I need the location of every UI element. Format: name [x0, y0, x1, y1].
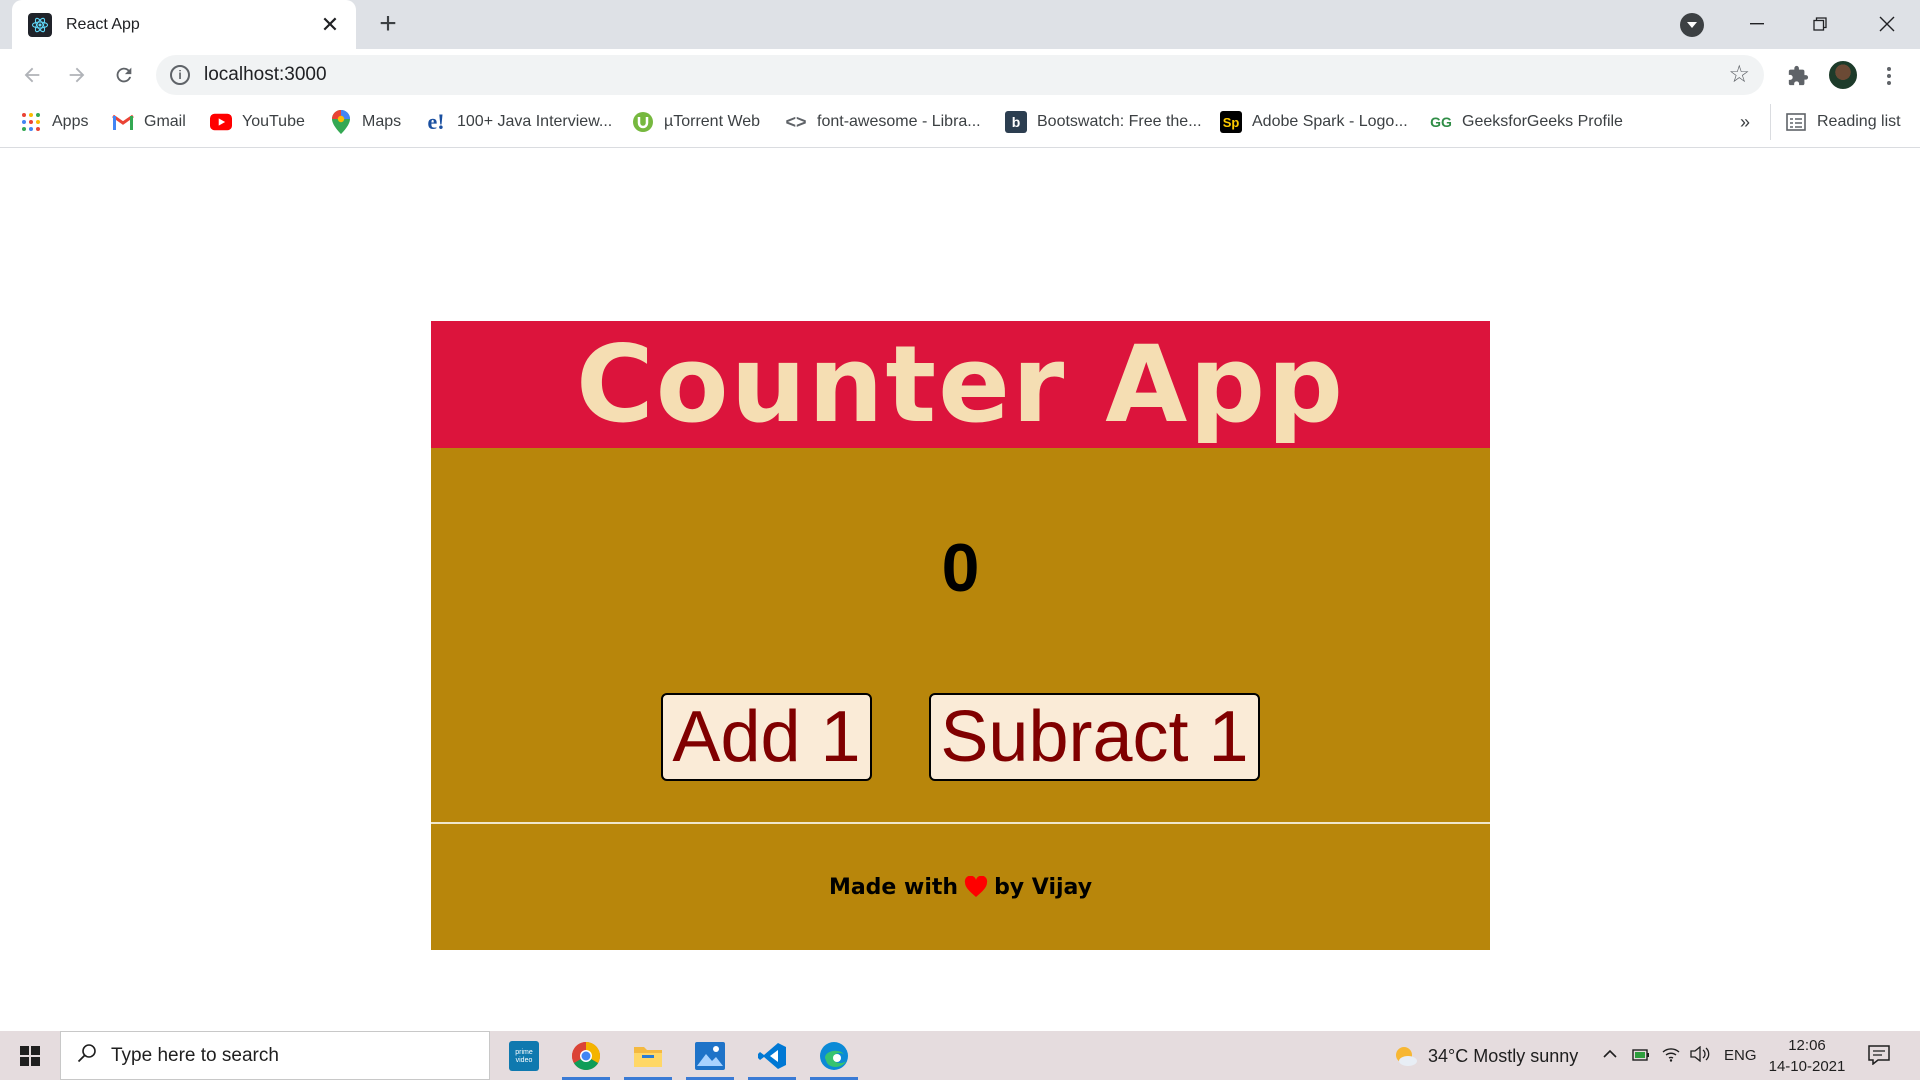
windows-start-icon[interactable]	[0, 1031, 60, 1080]
bookmarks-bar: Apps Gmail YouTube Maps e! 100+ Java Int…	[0, 100, 1920, 148]
bookmark-label: Apps	[52, 113, 89, 130]
counter-panel: 0 Add 1 Subract 1	[431, 448, 1490, 824]
notifications-icon[interactable]	[1868, 1045, 1890, 1070]
app-footer: Made with by Vijay	[431, 824, 1490, 950]
heart-icon	[964, 876, 988, 898]
clock-time: 12:06	[1788, 1037, 1826, 1054]
chrome-icon[interactable]	[558, 1031, 614, 1080]
svg-text:prime: prime	[515, 1049, 533, 1056]
taskbar-search-box[interactable]: Type here to search	[60, 1031, 490, 1080]
bookmark-label: 100+ Java Interview...	[457, 113, 613, 130]
bookmark-star-icon[interactable]: ☆	[1728, 63, 1750, 87]
adobe-spark-icon: Sp	[1220, 111, 1242, 133]
bookmark-adobe-spark[interactable]: Sp Adobe Spark - Logo...	[1220, 110, 1408, 134]
clock[interactable]: 12:06 14-10-2021	[1762, 1035, 1852, 1077]
prime-video-icon[interactable]: prime video	[496, 1031, 552, 1080]
bootswatch-icon: b	[1005, 111, 1027, 133]
weather-icon[interactable]	[1392, 1044, 1418, 1073]
footer-prefix: Made with	[828, 874, 959, 900]
bookmark-label: Bootswatch: Free the...	[1037, 113, 1202, 130]
tab-title: React App	[66, 15, 140, 33]
bookmark-youtube[interactable]: YouTube	[210, 110, 305, 134]
bookmark-label: µTorrent Web	[664, 113, 761, 130]
bookmark-label: GeeksforGeeks Profile	[1462, 113, 1623, 130]
weather-text[interactable]: 34°C Mostly sunny	[1428, 1046, 1578, 1067]
tab-search-icon[interactable]	[1680, 13, 1704, 37]
reading-list-button[interactable]: Reading list	[1785, 110, 1901, 134]
extensions-icon[interactable]	[1783, 61, 1813, 91]
file-explorer-icon[interactable]	[620, 1031, 676, 1080]
app-title: Counter App	[575, 322, 1346, 446]
svg-text:video: video	[516, 1057, 533, 1064]
bookmark-utorrent[interactable]: µTorrent Web	[632, 110, 760, 134]
geeksforgeeks-icon: GG	[1430, 114, 1452, 130]
bookmark-label: Gmail	[144, 113, 186, 130]
counter-value: 0	[941, 530, 980, 606]
profile-avatar[interactable]	[1827, 59, 1859, 91]
bookmark-label: Adobe Spark - Logo...	[1252, 113, 1408, 130]
battery-icon[interactable]	[1632, 1047, 1650, 1068]
back-icon[interactable]	[18, 61, 46, 89]
volume-icon[interactable]	[1690, 1045, 1710, 1067]
code-icon: <>	[785, 111, 807, 132]
bookmark-apps[interactable]: Apps	[20, 110, 88, 134]
bookmarks-divider	[1770, 104, 1771, 140]
bookmark-label: Maps	[362, 113, 402, 130]
browser-tab[interactable]: React App ✕	[12, 0, 356, 49]
bookmark-gmail[interactable]: Gmail	[112, 110, 186, 134]
reading-list-icon	[1785, 111, 1807, 133]
minimize-icon[interactable]	[1737, 8, 1777, 40]
reload-icon[interactable]	[110, 61, 138, 89]
restore-icon[interactable]	[1800, 8, 1840, 40]
forward-icon[interactable]	[63, 61, 91, 89]
bookmark-font-awesome[interactable]: <> font-awesome - Libra...	[785, 110, 981, 134]
bookmark-geeksforgeeks[interactable]: GG GeeksforGeeks Profile	[1430, 110, 1623, 134]
site-info-icon[interactable]: i	[170, 65, 190, 85]
taskbar: Type here to search prime video 34°C Most…	[0, 1031, 1920, 1080]
browser-toolbar: i localhost:3000 ☆	[0, 49, 1920, 100]
footer-suffix: by Vijay	[994, 874, 1093, 900]
bookmark-java-interview[interactable]: e! 100+ Java Interview...	[425, 109, 613, 134]
bookmark-label: font-awesome - Libra...	[817, 113, 981, 130]
subtract-one-button[interactable]: Subract 1	[929, 693, 1260, 781]
menu-kebab-icon[interactable]	[1874, 61, 1904, 91]
youtube-icon	[210, 111, 232, 133]
gmail-icon	[112, 111, 134, 133]
add-one-button[interactable]: Add 1	[661, 693, 872, 781]
tab-strip: React App ✕ +	[0, 0, 1920, 49]
close-window-icon[interactable]	[1867, 8, 1907, 40]
wifi-icon[interactable]	[1662, 1046, 1680, 1067]
utorrent-icon	[632, 111, 654, 133]
edge-icon[interactable]	[806, 1031, 862, 1080]
e-icon: e!	[427, 109, 445, 134]
address-bar[interactable]: i localhost:3000 ☆	[156, 55, 1764, 95]
reading-list-label: Reading list	[1817, 113, 1901, 130]
bookmarks-overflow-icon[interactable]: »	[1740, 110, 1750, 134]
clock-date: 14-10-2021	[1768, 1058, 1846, 1075]
new-tab-icon[interactable]: +	[372, 9, 404, 40]
url-text: localhost:3000	[204, 64, 327, 85]
bookmark-maps[interactable]: Maps	[330, 110, 401, 134]
apps-grid-icon	[20, 111, 42, 133]
app-header: Counter App	[431, 321, 1490, 448]
bookmark-label: YouTube	[242, 113, 305, 130]
maps-icon	[330, 110, 352, 134]
language-indicator[interactable]: ENG	[1724, 1047, 1757, 1064]
vscode-icon[interactable]	[744, 1031, 800, 1080]
footer-credit: Made with by Vijay	[829, 875, 1092, 900]
bookmark-bootswatch[interactable]: b Bootswatch: Free the...	[1005, 110, 1202, 134]
close-tab-icon[interactable]: ✕	[318, 12, 342, 37]
search-icon	[77, 1043, 97, 1068]
photos-icon[interactable]	[682, 1031, 738, 1080]
counter-app: Counter App 0 Add 1 Subract 1 Made with …	[431, 321, 1490, 950]
show-hidden-icons-icon[interactable]	[1602, 1046, 1618, 1067]
search-placeholder: Type here to search	[111, 1044, 279, 1066]
react-icon	[28, 12, 52, 37]
